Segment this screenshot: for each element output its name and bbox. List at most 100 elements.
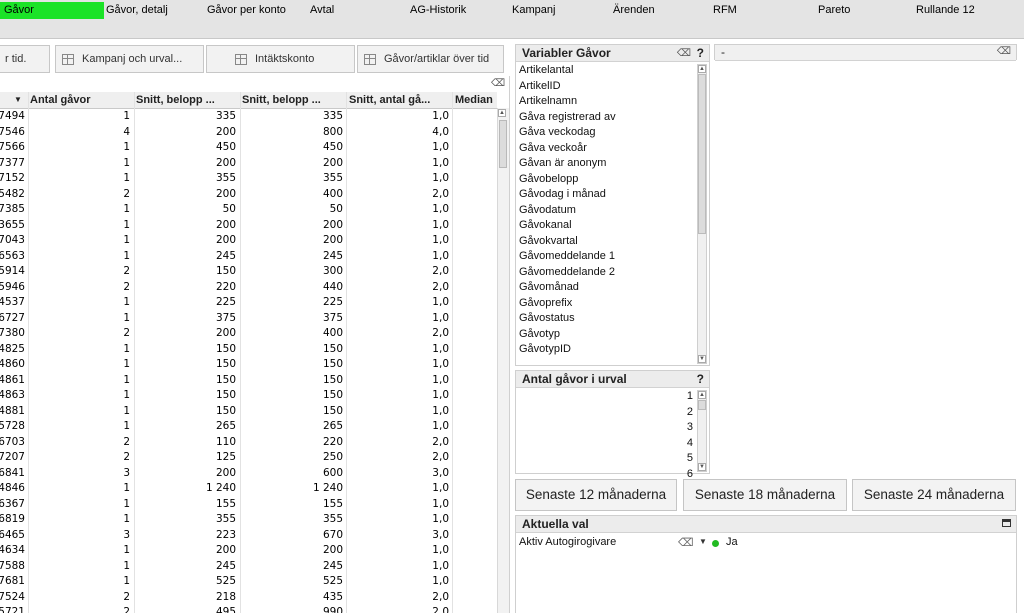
table-scrollbar[interactable]: ▲ [497,108,509,613]
scroll-down-icon[interactable]: ▼ [698,355,706,363]
table-row[interactable]: 6563 1 245 245 1,0 [0,249,497,265]
tab-gavor[interactable]: Gåvor [0,2,104,19]
table-row[interactable]: 4825 1 150 150 1,0 [0,342,497,358]
kampanj-button[interactable]: Kampanj och urval... [55,45,204,73]
table-row[interactable]: 3655 1 200 200 1,0 [0,218,497,234]
eraser-icon[interactable]: ⌫ [491,78,505,89]
variabler-item[interactable]: Gåvodatum [519,203,576,219]
help-icon[interactable]: ? [697,371,704,388]
table-row[interactable]: 4861 1 150 150 1,0 [0,373,497,389]
table-row[interactable]: 5946 2 220 440 2,0 [0,280,497,296]
table-row[interactable]: 7566 1 450 450 1,0 [0,140,497,156]
antal-scrollbar[interactable]: ▲ ▼ [697,390,707,472]
table-row[interactable]: 6367 1 155 155 1,0 [0,497,497,513]
table-row[interactable]: 6819 1 355 355 1,0 [0,512,497,528]
variabler-item[interactable]: GåvotypID [519,342,571,358]
col-snitt-belopp-2[interactable]: Snitt, belopp ... [242,92,342,108]
variabler-item[interactable]: Gåvokvartal [519,234,578,250]
eraser-icon[interactable]: ⌫ [677,45,691,62]
variabler-item[interactable]: Gåva veckoår [519,141,587,157]
col-median[interactable]: Median [455,92,497,108]
eraser-icon[interactable]: ⌫ [678,536,694,549]
variabler-item[interactable]: Gåva registrerad av [519,110,616,126]
scroll-up-icon[interactable]: ▲ [498,109,506,117]
tab-arenden[interactable]: Ärenden [613,2,655,19]
eraser-icon[interactable]: ⌫ [997,45,1011,59]
table-row[interactable]: 7380 2 200 400 2,0 [0,326,497,342]
table-row[interactable]: 4537 1 225 225 1,0 [0,295,497,311]
scroll-up-icon[interactable]: ▲ [698,391,706,399]
variabler-item[interactable]: Gåvoprefix [519,296,572,312]
variabler-item[interactable]: Gåvostatus [519,311,575,327]
col-snitt-belopp-1[interactable]: Snitt, belopp ... [136,92,236,108]
help-icon[interactable]: ? [697,45,704,62]
variabler-item[interactable]: Gåvan är anonym [519,156,606,172]
table-row[interactable]: 4860 1 150 150 1,0 [0,357,497,373]
col-antal-gavor[interactable]: Antal gåvor [30,92,128,108]
over-tid-button[interactable]: r tid. [0,45,50,73]
table-row[interactable]: 7494 1 335 335 1,0 [0,109,497,125]
senaste-18-button[interactable]: Senaste 18 månaderna [683,479,847,511]
sort-arrow-icon[interactable]: ▼ [14,92,22,108]
variabler-item[interactable]: Gåvomeddelande 1 [519,249,615,265]
variabler-item[interactable]: ArtikelID [519,79,561,95]
table-row[interactable]: 6841 3 200 600 3,0 [0,466,497,482]
scroll-up-icon[interactable]: ▲ [698,65,706,73]
table-row[interactable]: 4881 1 150 150 1,0 [0,404,497,420]
table-row[interactable]: 6703 2 110 220 2,0 [0,435,497,451]
table-row[interactable]: 7152 1 355 355 1,0 [0,171,497,187]
variabler-scrollbar[interactable]: ▲ ▼ [697,64,707,364]
table-row[interactable]: 7546 4 200 800 4,0 [0,125,497,141]
variabler-item[interactable]: Gåva veckodag [519,125,595,141]
variabler-item[interactable]: Gåvobelopp [519,172,578,188]
scroll-thumb[interactable] [698,74,706,234]
table-row[interactable]: 5914 2 150 300 2,0 [0,264,497,280]
table-row[interactable]: 7681 1 525 525 1,0 [0,574,497,590]
table-row[interactable]: 5728 1 265 265 1,0 [0,419,497,435]
col-snitt-antal[interactable]: Snitt, antal gå... [349,92,449,108]
senaste-12-button[interactable]: Senaste 12 månaderna [515,479,677,511]
tab-ag-historik[interactable]: AG-Historik [410,2,466,19]
variabler-item[interactable]: Gåvokanal [519,218,572,234]
table-row[interactable]: 5482 2 200 400 2,0 [0,187,497,203]
table-row[interactable]: 5721 2 495 990 2,0 [0,605,497,613]
table-row[interactable]: 7043 1 200 200 1,0 [0,233,497,249]
tab-pareto[interactable]: Pareto [818,2,850,19]
scroll-thumb[interactable] [499,120,507,168]
antal-item[interactable]: 2 [687,405,693,421]
variabler-item[interactable]: Artikelnamn [519,94,577,110]
variabler-item[interactable]: Gåvomeddelande 2 [519,265,615,281]
table-row[interactable]: 4863 1 150 150 1,0 [0,388,497,404]
scroll-thumb[interactable] [698,400,706,410]
dropdown-arrow-icon[interactable]: ▼ [699,537,707,546]
tab-gavor-detalj[interactable]: Gåvor, detalj [106,2,168,19]
table-row[interactable]: 4634 1 200 200 1,0 [0,543,497,559]
tab-rfm[interactable]: RFM [713,2,737,19]
table-row[interactable]: 4846 1 1 240 1 240 1,0 [0,481,497,497]
antal-item[interactable]: 5 [687,451,693,467]
senaste-24-button[interactable]: Senaste 24 månaderna [852,479,1016,511]
table-row[interactable]: 7385 1 50 50 1,0 [0,202,497,218]
variabler-item[interactable]: Gåvomånad [519,280,579,296]
table-cell: 670 [322,528,343,541]
table-row[interactable]: 7588 1 245 245 1,0 [0,559,497,575]
table-row[interactable]: 7207 2 125 250 2,0 [0,450,497,466]
tab-avtal[interactable]: Avtal [310,2,334,19]
maximize-icon[interactable] [1002,519,1011,527]
variabler-item[interactable]: Gåvotyp [519,327,560,343]
gavor-artiklar-button[interactable]: Gåvor/artiklar över tid [357,45,504,73]
table-row[interactable]: 6465 3 223 670 3,0 [0,528,497,544]
antal-item[interactable]: 1 [687,389,693,405]
variabler-item[interactable]: Artikelantal [519,63,573,79]
antal-item[interactable]: 3 [687,420,693,436]
variabler-item[interactable]: Gåvodag i månad [519,187,606,203]
table-row[interactable]: 6727 1 375 375 1,0 [0,311,497,327]
tab-kampanj[interactable]: Kampanj [512,2,555,19]
tab-rullande-12[interactable]: Rullande 12 [916,2,975,19]
tab-gavor-per-konto[interactable]: Gåvor per konto [207,2,286,19]
table-row[interactable]: 7524 2 218 435 2,0 [0,590,497,606]
scroll-down-icon[interactable]: ▼ [698,463,706,471]
intaktskonto-button[interactable]: Intäktskonto [206,45,355,73]
table-row[interactable]: 7377 1 200 200 1,0 [0,156,497,172]
antal-item[interactable]: 4 [687,436,693,452]
